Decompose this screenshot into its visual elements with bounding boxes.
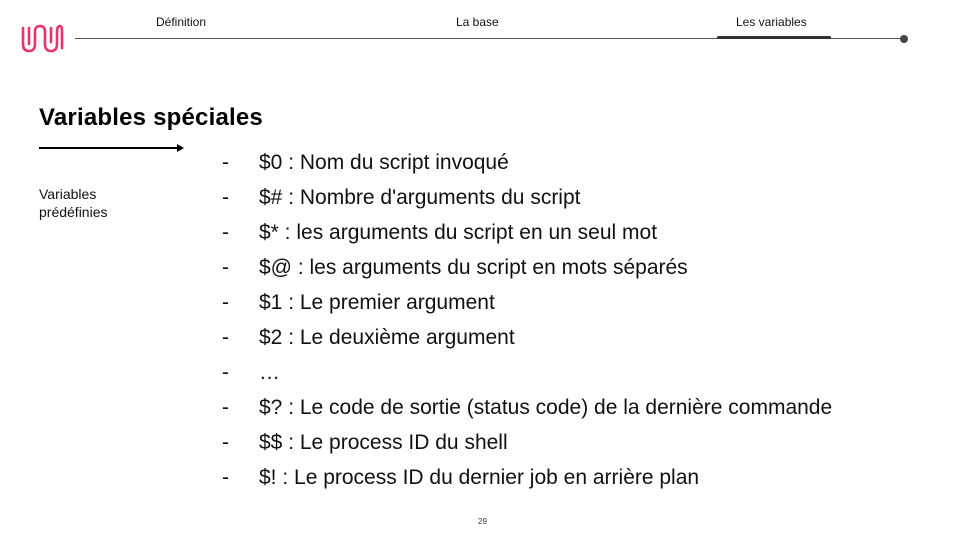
list-item: -… <box>220 355 860 390</box>
list-item: - $0 : Nom du script invoqué <box>220 145 860 180</box>
nav-item-les-variables[interactable]: Les variables <box>736 15 807 29</box>
slide-subtitle: Variables prédéfinies <box>39 186 108 220</box>
list-item: - $1 : Le premier argument <box>220 285 860 320</box>
bullet-dash: - <box>222 396 229 419</box>
progress-end-dot <box>900 35 908 43</box>
list-item: - $* : les arguments du script en un seul… <box>220 215 860 250</box>
list-item: - $@ : les arguments du script en mots sé… <box>220 250 860 285</box>
nav-item-la-base[interactable]: La base <box>456 15 499 29</box>
list-item-text: … <box>259 361 280 384</box>
list-item-text: $0 : Nom du script invoqué <box>259 151 509 174</box>
bullet-dash: - <box>222 256 229 279</box>
list-item-text: $! : Le process ID du dernier job en arr… <box>259 466 700 489</box>
brand-logo <box>21 24 64 53</box>
list-item: - $# : Nombre d'arguments du script <box>220 180 860 215</box>
list-item-text: $* : les arguments du script en un seul … <box>259 221 658 244</box>
bullet-dash: - <box>222 151 229 174</box>
bullet-dash: - <box>222 291 229 314</box>
list-item: - $$ : Le process ID du shell <box>220 425 860 460</box>
special-variables-list: - $0 : Nom du script invoqué - $# : Nombre… <box>220 145 860 495</box>
list-item-text: $# : Nombre d'arguments du script <box>259 186 581 209</box>
slide-title: Variables spéciales <box>39 104 263 131</box>
list-item: - $! : Le process ID du dernier job en ar… <box>220 460 860 495</box>
list-item-text: $2 : Le deuxième argument <box>259 326 515 349</box>
bullet-dash: - <box>222 431 229 454</box>
bullet-dash: - <box>222 326 229 349</box>
bullet-dash: - <box>222 221 229 244</box>
page-number: 29 <box>478 517 487 526</box>
list-item-text: $1 : Le premier argument <box>259 291 495 314</box>
list-item-text: $$ : Le process ID du shell <box>259 431 508 454</box>
arrow-right-icon <box>39 144 184 152</box>
bullet-dash: - <box>222 186 229 209</box>
list-item-text: $? : Le code de sortie (status code) de … <box>259 396 833 419</box>
bullet-dash: - <box>222 466 229 489</box>
list-item: - $? : Le code de sortie (status code) de… <box>220 390 860 425</box>
list-item: - $2 : Le deuxième argument <box>220 320 860 355</box>
progress-active-indicator <box>717 36 831 39</box>
list-item-text: $@ : les arguments du script en mots sép… <box>259 256 688 279</box>
bullet-dash: - <box>222 361 229 384</box>
nav-item-definition[interactable]: Définition <box>156 15 206 29</box>
